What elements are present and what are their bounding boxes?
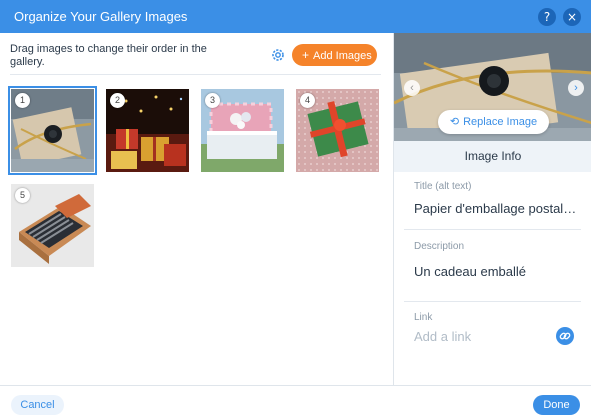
link-field[interactable]: Add a link xyxy=(414,329,471,344)
replace-icon: ⟲ xyxy=(449,116,460,128)
add-images-label: Add Images xyxy=(313,50,372,62)
thumbnail-4[interactable]: 4 xyxy=(296,89,379,172)
divider xyxy=(404,229,581,230)
thumbnail-number: 1 xyxy=(15,93,30,108)
thumbnail-5[interactable]: 5 xyxy=(11,184,94,267)
divider xyxy=(10,74,381,75)
cancel-button[interactable]: Cancel xyxy=(11,395,64,415)
gallery-panel: Drag images to change their order in the… xyxy=(0,33,393,385)
image-details-panel: ‹ › ⟲ Replace Image Image Info Title (alt… xyxy=(393,33,591,385)
title-label: Title (alt text) xyxy=(414,181,472,192)
title-field[interactable]: Papier d'emballage postal… xyxy=(414,201,579,216)
image-preview: ‹ › ⟲ Replace Image xyxy=(394,33,591,141)
organize-gallery-dialog: Organize Your Gallery Images ? × Drag im… xyxy=(0,0,591,420)
thumbnail-1[interactable]: 1 xyxy=(8,86,97,175)
previous-image-icon[interactable]: ‹ xyxy=(404,80,420,96)
replace-image-label: Replace Image xyxy=(463,116,538,128)
link-label: Link xyxy=(414,312,433,323)
divider xyxy=(404,301,581,302)
add-images-button[interactable]: + Add Images xyxy=(292,44,377,66)
link-icon[interactable] xyxy=(556,327,574,345)
drag-instructions: Drag images to change their order in the… xyxy=(10,43,207,68)
replace-image-button[interactable]: ⟲ Replace Image xyxy=(438,110,549,134)
done-button[interactable]: Done xyxy=(533,395,580,415)
chain-link-icon xyxy=(559,332,571,340)
thumbnail-number: 4 xyxy=(300,93,315,108)
description-field[interactable]: Un cadeau emballé xyxy=(414,264,579,279)
thumbnail-2[interactable]: 2 xyxy=(106,89,189,172)
dialog-title: Organize Your Gallery Images xyxy=(14,9,188,24)
thumbnail-number: 3 xyxy=(205,93,220,108)
thumbnail-number: 5 xyxy=(15,188,30,203)
gear-icon[interactable] xyxy=(270,47,286,63)
thumbnail-3[interactable]: 3 xyxy=(201,89,284,172)
close-icon[interactable]: × xyxy=(563,8,581,26)
help-icon[interactable]: ? xyxy=(538,8,556,26)
next-image-icon[interactable]: › xyxy=(568,80,584,96)
plus-icon: + xyxy=(302,48,310,62)
thumbnail-number: 2 xyxy=(110,93,125,108)
description-label: Description xyxy=(414,241,465,252)
image-info-header: Image Info xyxy=(394,141,591,172)
dialog-header: Organize Your Gallery Images ? × xyxy=(0,0,591,33)
dialog-footer: Cancel Done xyxy=(0,385,591,420)
